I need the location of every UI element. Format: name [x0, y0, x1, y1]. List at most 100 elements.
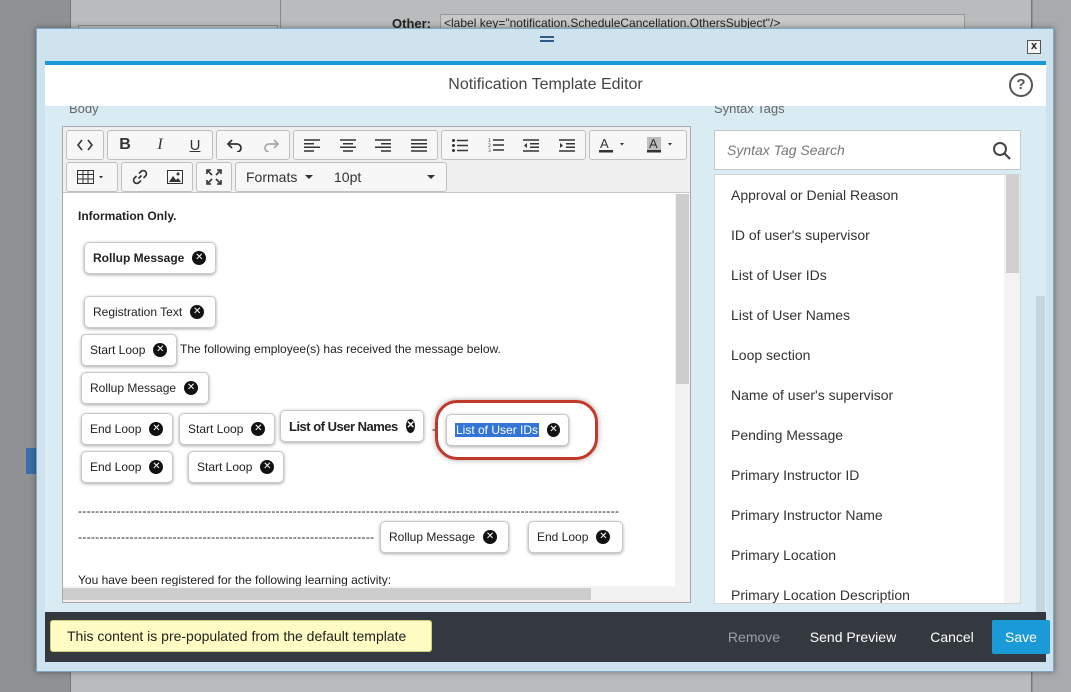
tag-label: End Loop: [90, 422, 142, 436]
fullscreen-icon[interactable]: [197, 163, 231, 191]
search-icon[interactable]: [992, 141, 1012, 161]
remove-tag-icon[interactable]: ✕: [483, 530, 498, 544]
remove-tag-icon[interactable]: ✕: [153, 343, 168, 357]
tag-label: Rollup Message: [90, 381, 177, 395]
underline-icon[interactable]: U: [178, 131, 212, 159]
outdent-icon[interactable]: [514, 131, 550, 159]
syntax-tag-item[interactable]: List of User IDs: [731, 267, 827, 283]
syntax-tag-search-input[interactable]: [715, 131, 985, 169]
numbered-list-icon[interactable]: 123: [478, 131, 514, 159]
link-icon[interactable]: [122, 163, 158, 191]
fullscreen-group: [196, 162, 232, 192]
save-button[interactable]: Save: [992, 620, 1050, 654]
font-size-dropdown[interactable]: 10pt: [322, 163, 446, 191]
syntax-tag-item[interactable]: Loop section: [731, 347, 810, 363]
cancel-button[interactable]: Cancel: [921, 620, 983, 654]
color-group: A A: [589, 130, 687, 160]
insert-group: [121, 162, 193, 192]
history-group: [216, 130, 290, 160]
scrollbar-thumb[interactable]: [1006, 175, 1019, 273]
format-group: Formats 10pt: [235, 162, 447, 192]
syntax-tag-item[interactable]: List of User Names: [731, 307, 850, 323]
dialog-content: Body Syntax Tags B I U 1 2 3 A A Formats…: [45, 106, 1046, 612]
remove-tag-icon[interactable]: ✕: [251, 422, 266, 436]
remove-tag-icon[interactable]: ✕: [596, 530, 611, 544]
remove-tag-icon[interactable]: ✕: [149, 460, 164, 474]
tag-start-loop[interactable]: Start Loop ✕: [81, 334, 177, 366]
rich-text-editor: B I U 1 2 3 A A Formats 10pt Information…: [62, 126, 691, 603]
chevron-down-icon: [427, 175, 435, 179]
redo-icon[interactable]: [253, 131, 289, 159]
formats-dropdown[interactable]: Formats: [236, 163, 322, 191]
editor-line-text: The following employee(s) has received t…: [180, 342, 501, 356]
dialog-scrollbar[interactable]: [1035, 106, 1046, 612]
default-template-notice: This content is pre-populated from the d…: [50, 620, 432, 652]
source-code-group: [66, 130, 104, 160]
syntax-tag-item[interactable]: Name of user's supervisor: [731, 387, 893, 403]
editor-content[interactable]: Information Only. Rollup Message ✕ Regist…: [63, 194, 675, 586]
tag-label-selected: List of User IDs: [455, 423, 540, 437]
close-icon[interactable]: x: [1027, 40, 1041, 54]
justify-icon[interactable]: [401, 131, 437, 159]
bold-icon[interactable]: B: [108, 131, 142, 159]
tag-list-of-user-names[interactable]: List of User Names ✕: [280, 410, 424, 442]
syntax-list-scrollbar[interactable]: [1004, 175, 1020, 603]
scrollbar-thumb[interactable]: [1036, 296, 1045, 612]
remove-tag-icon[interactable]: ✕: [547, 423, 560, 437]
background-left-tab: [26, 448, 36, 474]
syntax-tag-item[interactable]: Pending Message: [731, 427, 843, 443]
send-preview-button[interactable]: Send Preview: [805, 620, 901, 654]
scrollbar-thumb[interactable]: [63, 588, 591, 600]
scrollbar-thumb[interactable]: [676, 194, 689, 384]
tag-rollup-message[interactable]: Rollup Message ✕: [84, 242, 216, 274]
remove-tag-icon[interactable]: ✕: [260, 460, 275, 474]
tag-end-loop[interactable]: End Loop ✕: [81, 413, 173, 445]
tag-label: Start Loop: [197, 460, 253, 474]
align-center-icon[interactable]: [330, 131, 366, 159]
text-style-group: B I U: [107, 130, 213, 160]
remove-tag-icon[interactable]: ✕: [184, 381, 199, 395]
tag-end-loop[interactable]: End Loop ✕: [528, 521, 623, 553]
syntax-tag-search: [714, 130, 1021, 170]
text-color-icon[interactable]: A: [590, 131, 638, 159]
indent-icon[interactable]: [549, 131, 585, 159]
image-icon[interactable]: [158, 163, 192, 191]
tag-registration-text[interactable]: Registration Text ✕: [84, 296, 216, 328]
tag-label: Start Loop: [90, 343, 146, 357]
remove-tag-icon[interactable]: ✕: [149, 422, 164, 436]
table-icon[interactable]: [67, 163, 117, 191]
remove-button[interactable]: Remove: [723, 620, 785, 654]
font-size-value: 10pt: [334, 169, 362, 185]
tag-rollup-message[interactable]: Rollup Message ✕: [380, 521, 509, 553]
chevron-down-icon: [305, 175, 314, 179]
svg-text:A: A: [649, 137, 658, 151]
syntax-tag-item[interactable]: Approval or Denial Reason: [731, 187, 898, 203]
tag-start-loop[interactable]: Start Loop ✕: [188, 451, 284, 483]
tag-start-loop[interactable]: Start Loop ✕: [179, 413, 275, 445]
italic-icon[interactable]: I: [142, 131, 178, 159]
remove-tag-icon[interactable]: ✕: [405, 419, 415, 433]
syntax-tag-item[interactable]: ID of user's supervisor: [731, 227, 870, 243]
syntax-tag-item[interactable]: Primary Instructor Name: [731, 507, 883, 523]
editor-vertical-scrollbar[interactable]: [675, 194, 690, 586]
bullet-list-icon[interactable]: [442, 131, 478, 159]
align-left-icon[interactable]: [294, 131, 330, 159]
drag-handle-icon[interactable]: [540, 36, 554, 42]
syntax-tag-item[interactable]: Primary Location: [731, 547, 836, 563]
undo-icon[interactable]: [217, 131, 253, 159]
remove-tag-icon[interactable]: ✕: [190, 305, 205, 319]
background-color-icon[interactable]: A: [638, 131, 686, 159]
editor-horizontal-scrollbar[interactable]: [63, 586, 690, 602]
svg-text:A: A: [600, 137, 609, 151]
syntax-tag-item[interactable]: Primary Instructor ID: [731, 467, 859, 483]
tag-rollup-message[interactable]: Rollup Message ✕: [81, 372, 209, 404]
source-code-icon[interactable]: [67, 131, 103, 159]
tag-list-of-user-ids[interactable]: List of User IDs ✕: [446, 414, 569, 446]
tag-end-loop[interactable]: End Loop ✕: [81, 451, 173, 483]
align-right-icon[interactable]: [366, 131, 402, 159]
dash-line: ----------------------------------------…: [78, 530, 374, 544]
syntax-tag-item[interactable]: Primary Location Description: [731, 587, 910, 603]
tag-label: End Loop: [537, 530, 589, 544]
remove-tag-icon[interactable]: ✕: [192, 251, 207, 265]
help-icon[interactable]: ?: [1009, 73, 1033, 97]
